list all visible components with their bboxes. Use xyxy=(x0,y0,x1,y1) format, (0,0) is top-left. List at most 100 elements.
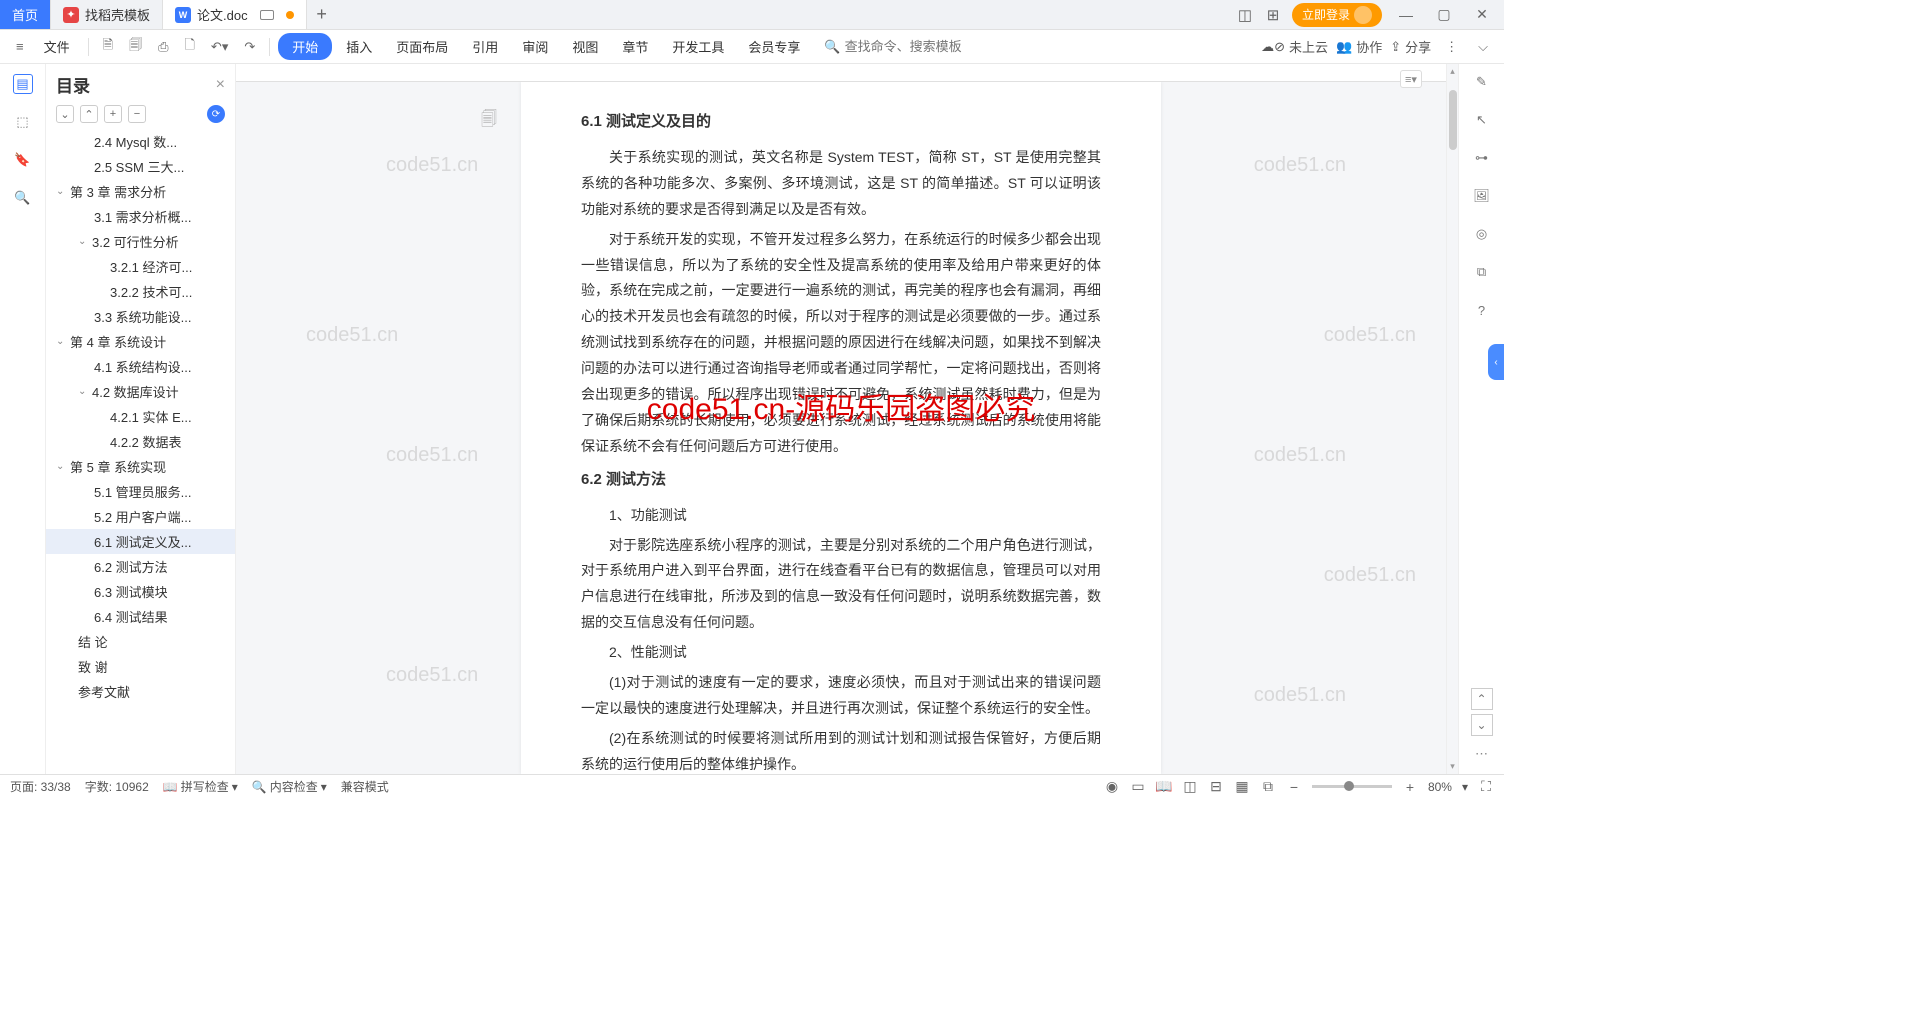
save-as-icon[interactable]: 🗐 xyxy=(123,32,148,62)
menu-start[interactable]: 开始 xyxy=(278,33,332,60)
login-button[interactable]: 立即登录 xyxy=(1292,3,1382,27)
settings-icon[interactable]: ⊶ xyxy=(1472,148,1492,168)
file-menu[interactable]: 文件 xyxy=(34,33,80,60)
menu-devtools[interactable]: 开发工具 xyxy=(662,33,734,60)
zoom-thumb[interactable] xyxy=(1344,781,1354,791)
draft-view-icon[interactable]: ▦ xyxy=(1234,779,1250,795)
page-view-icon[interactable]: ▭ xyxy=(1130,779,1146,795)
bookmark-rail-icon[interactable]: ⬚ xyxy=(13,112,33,132)
outline-item[interactable]: 6.2 测试方法 xyxy=(46,554,235,579)
menu-reference[interactable]: 引用 xyxy=(462,33,508,60)
search-rail-icon[interactable]: 🔍 xyxy=(13,188,33,208)
outline-item[interactable]: ⌄4.2 数据库设计 xyxy=(46,379,235,404)
outline-item[interactable]: ⌄第 4 章 系统设计 xyxy=(46,329,235,354)
zoom-slider[interactable] xyxy=(1312,785,1392,788)
ruler[interactable] xyxy=(236,64,1446,82)
outline-item[interactable]: 3.2.1 经济可... xyxy=(46,254,235,279)
tab-templates[interactable]: ✦找稻壳模板 xyxy=(51,0,163,29)
undo-icon[interactable]: ↶▾ xyxy=(205,35,234,59)
save-icon[interactable]: 🗎 xyxy=(97,32,119,62)
preview-icon[interactable]: 🗋 xyxy=(178,32,200,62)
outline-item[interactable]: 结 论 xyxy=(46,629,235,654)
outline-item[interactable]: 6.1 测试定义及... xyxy=(46,529,235,554)
apps-icon[interactable]: ⊞ xyxy=(1264,6,1282,24)
maximize-button[interactable]: ▢ xyxy=(1430,1,1458,29)
device-icon[interactable]: ⧉ xyxy=(1472,262,1492,282)
outline-item[interactable]: ⌄3.2 可行性分析 xyxy=(46,229,235,254)
outline-item[interactable]: 6.3 测试模块 xyxy=(46,579,235,604)
outline-item[interactable]: 6.4 测试结果 xyxy=(46,604,235,629)
outline-item[interactable]: 2.5 SSM 三大... xyxy=(46,154,235,179)
outline-view-icon[interactable]: ⊟ xyxy=(1208,779,1224,795)
sidebyside-icon[interactable]: ◫ xyxy=(1236,6,1254,24)
zoom-level[interactable]: 80% xyxy=(1428,780,1452,794)
page-up-button[interactable]: ⌃ xyxy=(1471,688,1493,710)
add-tab-button[interactable]: + xyxy=(307,0,337,29)
outline-item[interactable]: 3.3 系统功能设... xyxy=(46,304,235,329)
outline-item[interactable]: 4.2.1 实体 E... xyxy=(46,404,235,429)
close-outline-button[interactable]: × xyxy=(216,76,225,94)
scroll-down-icon[interactable]: ▾ xyxy=(1450,761,1455,772)
outline-item[interactable]: 3.1 需求分析概... xyxy=(46,204,235,229)
expand-all-button[interactable]: ⌃ xyxy=(80,105,98,123)
outline-item[interactable]: 3.2.2 技术可... xyxy=(46,279,235,304)
menu-insert[interactable]: 插入 xyxy=(336,33,382,60)
collapse-all-button[interactable]: ⌄ xyxy=(56,105,74,123)
collapse-right-button[interactable]: ‹ xyxy=(1488,344,1504,380)
menu-layout[interactable]: 页面布局 xyxy=(386,33,458,60)
compass-icon[interactable]: ◎ xyxy=(1472,224,1492,244)
content-check-button[interactable]: 🔍内容检查▾ xyxy=(252,778,327,795)
outline-item[interactable]: 参考文献 xyxy=(46,679,235,704)
compat-mode[interactable]: 兼容模式 xyxy=(341,778,389,795)
outline-item[interactable]: 4.1 系统结构设... xyxy=(46,354,235,379)
outline-item[interactable]: 2.4 Mysql 数... xyxy=(46,129,235,154)
page-indicator[interactable]: 页面: 33/38 xyxy=(10,778,71,795)
fullscreen-icon[interactable]: ⛶ xyxy=(1478,779,1494,795)
more-icon[interactable]: ⋮ xyxy=(1439,35,1464,59)
collapse-ribbon-icon[interactable]: ⌵ xyxy=(1472,35,1494,59)
collab-button[interactable]: 👥协作 xyxy=(1336,37,1382,56)
menu-member[interactable]: 会员专享 xyxy=(738,33,810,60)
paragraph-icon[interactable]: 🗐 xyxy=(481,108,497,135)
print-icon[interactable]: ⎙ xyxy=(152,35,174,59)
focus-icon[interactable]: ◉ xyxy=(1104,779,1120,795)
zoom-out-button[interactable]: − xyxy=(1286,779,1302,795)
cloud-status[interactable]: ☁⊘未上云 xyxy=(1261,37,1328,56)
help-icon[interactable]: ? xyxy=(1472,300,1492,320)
add-item-button[interactable]: + xyxy=(104,105,122,123)
spellcheck-button[interactable]: 📖拼写检查▾ xyxy=(163,778,238,795)
tab-home[interactable]: 首页 xyxy=(0,0,51,29)
read-view-icon[interactable]: 📖 xyxy=(1156,779,1172,795)
outline-rail-icon[interactable]: ▤ xyxy=(13,74,33,94)
zoom-fit-icon[interactable]: ⧉ xyxy=(1260,779,1276,795)
outline-item[interactable]: 致 谢 xyxy=(46,654,235,679)
outline-item[interactable]: 5.2 用户客户端... xyxy=(46,504,235,529)
share-button[interactable]: ⇪分享 xyxy=(1390,37,1431,56)
outline-item[interactable]: ⌄第 5 章 系统实现 xyxy=(46,454,235,479)
menu-icon[interactable]: ≡ xyxy=(10,35,30,58)
redo-icon[interactable]: ↷ xyxy=(238,35,261,59)
search-input[interactable] xyxy=(845,39,985,54)
ribbon-rail-icon[interactable]: 🔖 xyxy=(13,150,33,170)
tab-document[interactable]: W 论文.doc xyxy=(163,0,307,29)
menu-view[interactable]: 视图 xyxy=(562,33,608,60)
remove-item-button[interactable]: − xyxy=(128,105,146,123)
close-button[interactable]: ✕ xyxy=(1468,1,1496,29)
more-rail-icon[interactable]: ⋯ xyxy=(1475,746,1488,762)
image-icon[interactable]: 🖼 xyxy=(1472,186,1492,206)
outline-item[interactable]: 5.1 管理员服务... xyxy=(46,479,235,504)
search-box[interactable]: 🔍 xyxy=(824,39,984,55)
collapse-formatting-icon[interactable]: ≡▾ xyxy=(1400,70,1422,88)
word-count[interactable]: 字数: 10962 xyxy=(85,778,149,795)
outline-item[interactable]: ⌄第 3 章 需求分析 xyxy=(46,179,235,204)
scroll-thumb[interactable] xyxy=(1449,90,1457,150)
web-view-icon[interactable]: ◫ xyxy=(1182,779,1198,795)
scrollbar-vertical[interactable]: ▴ ▾ xyxy=(1446,64,1458,774)
cursor-icon[interactable]: ↖ xyxy=(1472,110,1492,130)
zoom-in-button[interactable]: + xyxy=(1402,779,1418,795)
menu-chapter[interactable]: 章节 xyxy=(612,33,658,60)
pen-icon[interactable]: ✎ xyxy=(1472,72,1492,92)
menu-review[interactable]: 审阅 xyxy=(512,33,558,60)
minimize-button[interactable]: — xyxy=(1392,1,1420,29)
sync-button[interactable]: ⟳ xyxy=(207,105,225,123)
